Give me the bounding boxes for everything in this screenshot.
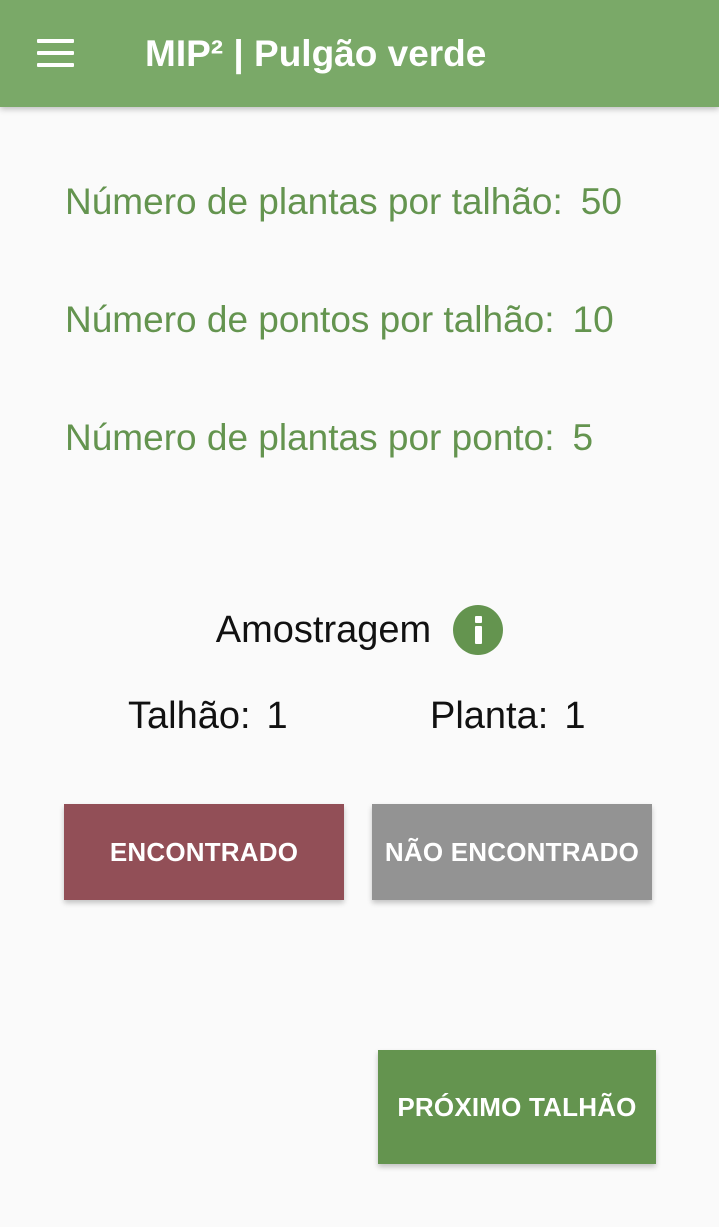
plants-per-point-label: Número de plantas por ponto: xyxy=(65,417,555,458)
info-icon[interactable] xyxy=(453,605,504,655)
hamburger-menu-icon[interactable] xyxy=(30,30,80,76)
plant-counter-value: 1 xyxy=(564,695,586,737)
points-per-plot-row: Número de pontos por talhão: 10 xyxy=(65,297,614,343)
plants-per-point-value: 5 xyxy=(572,417,594,458)
plot-counter-label: Talhão: xyxy=(128,695,251,737)
plot-counter-value: 1 xyxy=(266,695,288,737)
found-button[interactable]: ENCONTRADO xyxy=(64,804,344,900)
plants-per-plot-label: Número de plantas por talhão: xyxy=(65,181,563,222)
not-found-button[interactable]: NÃO ENCONTRADO xyxy=(372,804,652,900)
sampling-title: Amostragem xyxy=(215,609,432,651)
points-per-plot-label: Número de pontos por talhão: xyxy=(65,299,555,340)
plants-per-plot-row: Número de plantas por talhão: 50 xyxy=(65,179,622,225)
app-title: MIP² | Pulgão verde xyxy=(145,33,487,74)
sampling-header: Amostragem xyxy=(0,605,719,655)
plant-counter-label: Planta: xyxy=(430,695,549,737)
plants-per-plot-value: 50 xyxy=(580,181,622,222)
points-per-plot-value: 10 xyxy=(572,299,614,340)
plot-counter: Talhão: 1 xyxy=(128,692,288,740)
plant-counter: Planta: 1 xyxy=(430,692,585,740)
next-plot-button[interactable]: PRÓXIMO TALHÃO xyxy=(378,1050,656,1164)
plants-per-point-row: Número de plantas por ponto: 5 xyxy=(65,415,593,461)
app-bar: MIP² | Pulgão verde xyxy=(0,0,719,107)
